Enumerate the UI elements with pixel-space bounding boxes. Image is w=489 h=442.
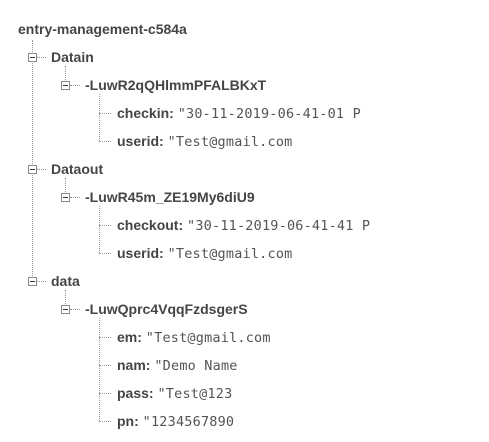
tree-node-data[interactable]: data xyxy=(51,273,80,289)
tree-connector-line xyxy=(99,421,111,422)
tree-connector-line xyxy=(32,40,33,282)
field-key: pass: xyxy=(117,385,154,401)
tree-connector-line xyxy=(99,337,111,338)
tree-node-dataout[interactable]: Dataout xyxy=(51,161,103,177)
tree-connector-line xyxy=(99,94,100,141)
tree-connector-line xyxy=(99,141,111,142)
field-checkout[interactable]: checkout: "30-11-2019-06-41-41 P xyxy=(117,217,370,234)
field-checkin[interactable]: checkin: "30-11-2019-06-41-01 P xyxy=(117,105,361,122)
field-pass[interactable]: pass: "Test@123 xyxy=(117,385,232,402)
field-userid[interactable]: userid: "Test@gmail.com xyxy=(117,133,293,150)
field-userid[interactable]: userid: "Test@gmail.com xyxy=(117,245,293,262)
field-value: "Test@gmail.com xyxy=(145,330,271,346)
field-value: "Test@gmail.com xyxy=(167,246,293,262)
database-root-label[interactable]: entry-management-c584a xyxy=(18,21,187,37)
tree-connector-line xyxy=(99,206,100,253)
field-pn[interactable]: pn: "1234567890 xyxy=(117,413,234,430)
tree-node-dataout-entry[interactable]: -LuwR45m_ZE19My6diU9 xyxy=(85,189,255,205)
tree-connector-line xyxy=(70,197,80,198)
field-key: pn: xyxy=(117,413,139,429)
tree-node-data-entry[interactable]: -LuwQprc4VqqFzdsgerS xyxy=(85,301,248,317)
tree-connector-line xyxy=(70,309,80,310)
field-value: "1234567890 xyxy=(142,414,235,430)
field-key: checkin: xyxy=(117,105,174,121)
collapse-toggle-icon[interactable] xyxy=(28,277,37,286)
tree-connector-line xyxy=(99,113,111,114)
field-value: "Demo Name xyxy=(154,358,238,374)
tree-connector-line xyxy=(99,393,111,394)
tree-connector-line xyxy=(99,253,111,254)
field-value: "30-11-2019-06-41-41 P xyxy=(187,218,371,234)
collapse-toggle-icon[interactable] xyxy=(61,305,70,314)
tree-connector-line xyxy=(37,281,46,282)
tree-connector-line xyxy=(37,57,46,58)
field-key: nam: xyxy=(117,357,151,373)
field-key: userid: xyxy=(117,133,164,149)
field-key: checkout: xyxy=(117,217,184,233)
field-em[interactable]: em: "Test@gmail.com xyxy=(117,329,271,346)
field-value: "Test@gmail.com xyxy=(167,134,293,150)
collapse-toggle-icon[interactable] xyxy=(28,165,37,174)
tree-connector-line xyxy=(70,85,80,86)
field-value: "30-11-2019-06-41-01 P xyxy=(177,106,361,122)
field-value: "Test@123 xyxy=(157,386,233,402)
tree-node-datain[interactable]: Datain xyxy=(51,49,94,65)
collapse-toggle-icon[interactable] xyxy=(28,53,37,62)
collapse-toggle-icon[interactable] xyxy=(61,81,70,90)
tree-connector-line xyxy=(37,169,46,170)
tree-connector-line xyxy=(99,318,100,421)
field-nam[interactable]: nam: "Demo Name xyxy=(117,357,238,374)
collapse-toggle-icon[interactable] xyxy=(61,193,70,202)
tree-connector-line xyxy=(99,365,111,366)
field-key: em: xyxy=(117,329,142,345)
field-key: userid: xyxy=(117,245,164,261)
tree-connector-line xyxy=(99,225,111,226)
tree-node-datain-entry[interactable]: -LuwR2qQHlmmPFALBKxT xyxy=(85,77,266,93)
